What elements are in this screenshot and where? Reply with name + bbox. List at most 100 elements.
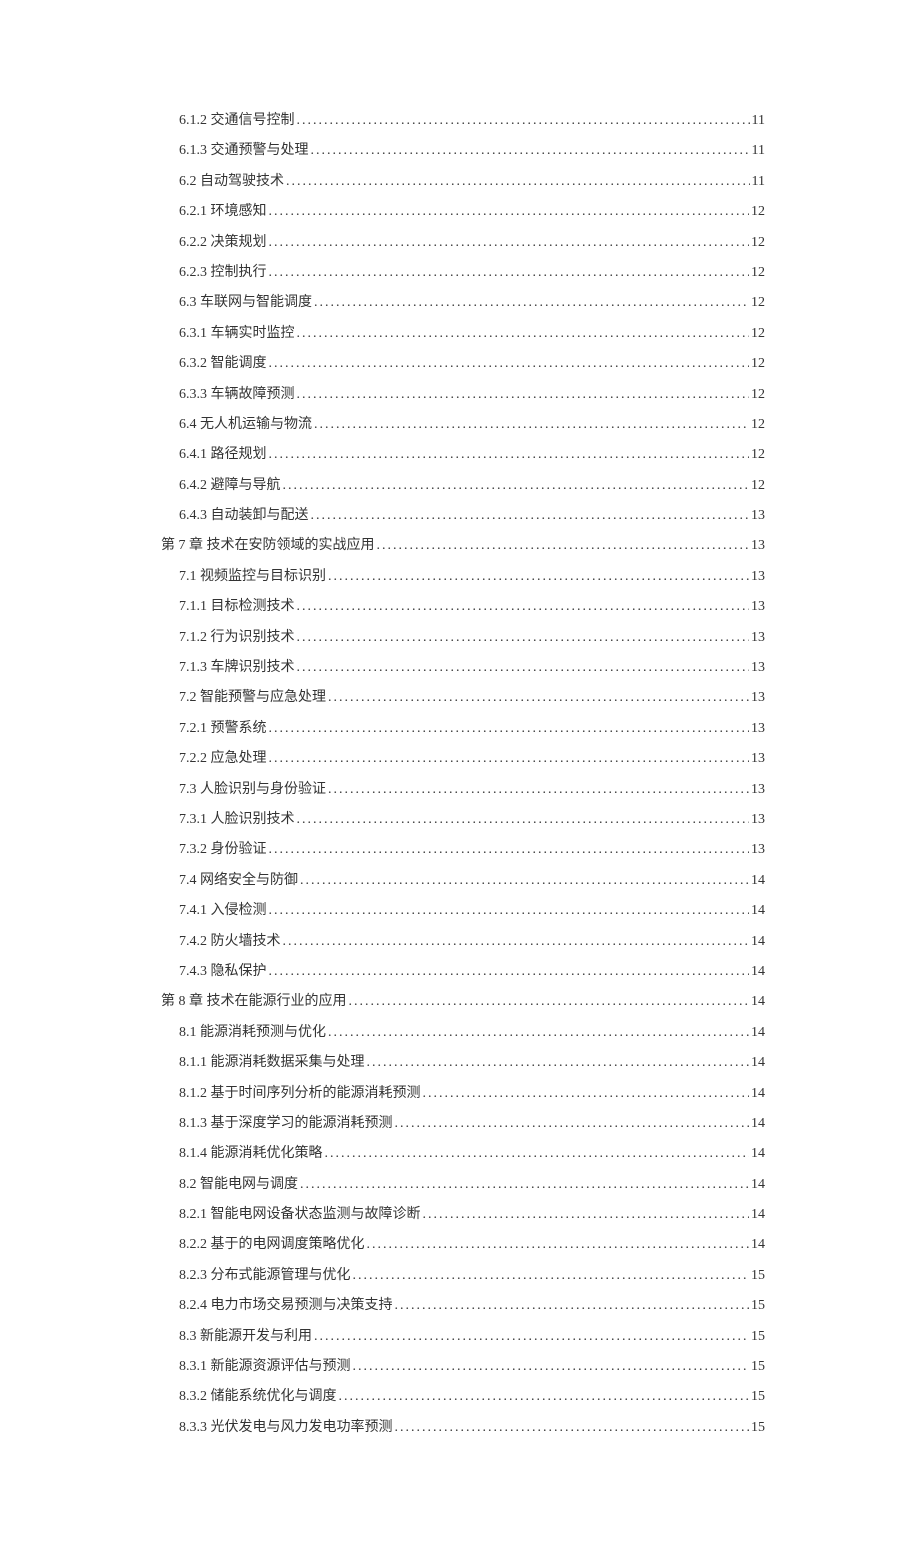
toc-entry[interactable]: 7.4.3 隐私保护14 bbox=[179, 961, 765, 983]
toc-entry[interactable]: 第 7 章 技术在安防领域的实战应用 13 bbox=[161, 535, 765, 557]
toc-leader-dots bbox=[328, 566, 749, 588]
toc-entry[interactable]: 6.1.3 交通预警与处理11 bbox=[179, 140, 765, 162]
toc-page-number: 14 bbox=[751, 961, 765, 983]
toc-entry[interactable]: 8.2 智能电网与调度14 bbox=[179, 1174, 765, 1196]
toc-entry[interactable]: 7.1.3 车牌识别技术 13 bbox=[179, 657, 765, 679]
toc-entry[interactable]: 6.4.1 路径规划12 bbox=[179, 444, 765, 466]
toc-page-number: 13 bbox=[751, 748, 765, 770]
toc-page-number: 14 bbox=[751, 1174, 765, 1196]
toc-title: 6.3.1 车辆实时监控 bbox=[179, 323, 295, 345]
toc-title: 8.2.3 分布式能源管理与优化 bbox=[179, 1265, 351, 1287]
toc-title: 8.1 能源消耗预测与优化 bbox=[179, 1022, 326, 1044]
toc-leader-dots bbox=[367, 1234, 750, 1256]
toc-leader-dots bbox=[269, 961, 750, 983]
toc-title: 7.3 人脸识别与身份验证 bbox=[179, 779, 326, 801]
toc-page-number: 12 bbox=[751, 475, 765, 497]
toc-entry[interactable]: 7.3.1 人脸识别技术13 bbox=[179, 809, 765, 831]
toc-entry[interactable]: 8.2.3 分布式能源管理与优化15 bbox=[179, 1265, 765, 1287]
toc-entry[interactable]: 6.1.2 交通信号控制11 bbox=[179, 110, 765, 132]
toc-entry[interactable]: 8.2.4 电力市场交易预测与决策支持15 bbox=[179, 1295, 765, 1317]
toc-page-number: 14 bbox=[751, 1022, 765, 1044]
toc-page-number: 13 bbox=[751, 809, 765, 831]
toc-page-number: 12 bbox=[751, 323, 765, 345]
toc-entry[interactable]: 6.3.3 车辆故障预测12 bbox=[179, 384, 765, 406]
toc-entry[interactable]: 8.2.2 基于的电网调度策略优化14 bbox=[179, 1234, 765, 1256]
toc-leader-dots bbox=[328, 779, 749, 801]
toc-title: 第 7 章 技术在安防领域的实战应用 bbox=[161, 535, 375, 557]
toc-entry[interactable]: 7.3.2 身份验证13 bbox=[179, 839, 765, 861]
toc-leader-dots bbox=[349, 991, 750, 1013]
toc-leader-dots bbox=[269, 353, 750, 375]
toc-page-number: 15 bbox=[751, 1295, 765, 1317]
toc-entry[interactable]: 7.4.1 入侵检测14 bbox=[179, 900, 765, 922]
toc-title: 6.3.2 智能调度 bbox=[179, 353, 267, 375]
toc-title: 8.1.2 基于时间序列分析的能源消耗预测 bbox=[179, 1083, 421, 1105]
toc-title: 7.4 网络安全与防御 bbox=[179, 870, 298, 892]
toc-page-number: 13 bbox=[751, 687, 765, 709]
toc-entry[interactable]: 6.2.1 环境感知12 bbox=[179, 201, 765, 223]
toc-entry[interactable]: 8.1.3 基于深度学习的能源消耗预测14 bbox=[179, 1113, 765, 1135]
toc-entry[interactable]: 8.3.2 储能系统优化与调度15 bbox=[179, 1386, 765, 1408]
toc-entry[interactable]: 6.4 无人机运输与物流12 bbox=[179, 414, 765, 436]
toc-entry[interactable]: 6.4.2 避障与导航12 bbox=[179, 475, 765, 497]
toc-entry[interactable]: 8.1 能源消耗预测与优化 14 bbox=[179, 1022, 765, 1044]
toc-page-number: 15 bbox=[751, 1326, 765, 1348]
toc-leader-dots bbox=[297, 596, 750, 618]
toc-title: 7.1.3 车牌识别技术 bbox=[179, 657, 295, 679]
toc-page-number: 13 bbox=[751, 839, 765, 861]
toc-entry[interactable]: 6.2.3 控制执行12 bbox=[179, 262, 765, 284]
toc-title: 8.3.3 光伏发电与风力发电功率预测 bbox=[179, 1417, 393, 1439]
toc-page-number: 12 bbox=[751, 292, 765, 314]
toc-leader-dots bbox=[269, 444, 750, 466]
toc-entry[interactable]: 7.4 网络安全与防御 14 bbox=[179, 870, 765, 892]
toc-entry[interactable]: 7.2 智能预警与应急处理13 bbox=[179, 687, 765, 709]
toc-title: 6.3.3 车辆故障预测 bbox=[179, 384, 295, 406]
toc-entry[interactable]: 7.2.1 预警系统13 bbox=[179, 718, 765, 740]
toc-entry[interactable]: 6.4.3 自动装卸与配送13 bbox=[179, 505, 765, 527]
toc-page-number: 13 bbox=[751, 657, 765, 679]
toc-entry[interactable]: 8.1.1 能源消耗数据采集与处理14 bbox=[179, 1052, 765, 1074]
toc-entry[interactable]: 7.4.2 防火墙技术14 bbox=[179, 931, 765, 953]
toc-leader-dots bbox=[377, 535, 750, 557]
toc-leader-dots bbox=[286, 171, 750, 193]
toc-leader-dots bbox=[367, 1052, 750, 1074]
toc-page-number: 12 bbox=[751, 262, 765, 284]
toc-page-number: 14 bbox=[751, 870, 765, 892]
toc-entry[interactable]: 7.1 视频监控与目标识别13 bbox=[179, 566, 765, 588]
toc-entry[interactable]: 7.2.2 应急处理13 bbox=[179, 748, 765, 770]
toc-entry[interactable]: 8.1.2 基于时间序列分析的能源消耗预测14 bbox=[179, 1083, 765, 1105]
toc-leader-dots bbox=[297, 110, 750, 132]
toc-entry[interactable]: 7.1.1 目标检测技术13 bbox=[179, 596, 765, 618]
toc-entry[interactable]: 8.3 新能源开发与利用15 bbox=[179, 1326, 765, 1348]
toc-entry[interactable]: 6.3.2 智能调度12 bbox=[179, 353, 765, 375]
toc-page-number: 13 bbox=[751, 535, 765, 557]
toc-entry[interactable]: 第 8 章 技术在能源行业的应用14 bbox=[161, 991, 765, 1013]
toc-page-number: 14 bbox=[751, 1234, 765, 1256]
toc-title: 7.2.1 预警系统 bbox=[179, 718, 267, 740]
toc-entry[interactable]: 8.3.3 光伏发电与风力发电功率预测 15 bbox=[179, 1417, 765, 1439]
toc-entry[interactable]: 8.2.1 智能电网设备状态监测与故障诊断14 bbox=[179, 1204, 765, 1226]
toc-entry[interactable]: 7.3 人脸识别与身份验证13 bbox=[179, 779, 765, 801]
toc-page-number: 14 bbox=[751, 1113, 765, 1135]
toc-entry[interactable]: 6.3.1 车辆实时监控 12 bbox=[179, 323, 765, 345]
toc-leader-dots bbox=[311, 505, 750, 527]
toc-leader-dots bbox=[300, 1174, 749, 1196]
toc-entry[interactable]: 7.1.2 行为识别技术13 bbox=[179, 627, 765, 649]
toc-entry[interactable]: 6.2.2 决策规划12 bbox=[179, 232, 765, 254]
toc-page-number: 15 bbox=[751, 1417, 765, 1439]
toc-title: 7.4.1 入侵检测 bbox=[179, 900, 267, 922]
toc-page-number: 14 bbox=[751, 1143, 765, 1165]
toc-entry[interactable]: 6.3 车联网与智能调度 12 bbox=[179, 292, 765, 314]
toc-leader-dots bbox=[297, 809, 750, 831]
toc-entry[interactable]: 6.2 自动驾驶技术11 bbox=[179, 171, 765, 193]
toc-title: 6.1.3 交通预警与处理 bbox=[179, 140, 309, 162]
toc-leader-dots bbox=[311, 140, 750, 162]
toc-entry[interactable]: 8.3.1 新能源资源评估与预测15 bbox=[179, 1356, 765, 1378]
toc-page-number: 11 bbox=[752, 171, 765, 193]
toc-leader-dots bbox=[395, 1113, 750, 1135]
toc-leader-dots bbox=[297, 657, 750, 679]
toc-title: 6.3 车联网与智能调度 bbox=[179, 292, 312, 314]
toc-entry[interactable]: 8.1.4 能源消耗优化策略14 bbox=[179, 1143, 765, 1165]
toc-title: 8.2.1 智能电网设备状态监测与故障诊断 bbox=[179, 1204, 421, 1226]
toc-title: 7.1 视频监控与目标识别 bbox=[179, 566, 326, 588]
